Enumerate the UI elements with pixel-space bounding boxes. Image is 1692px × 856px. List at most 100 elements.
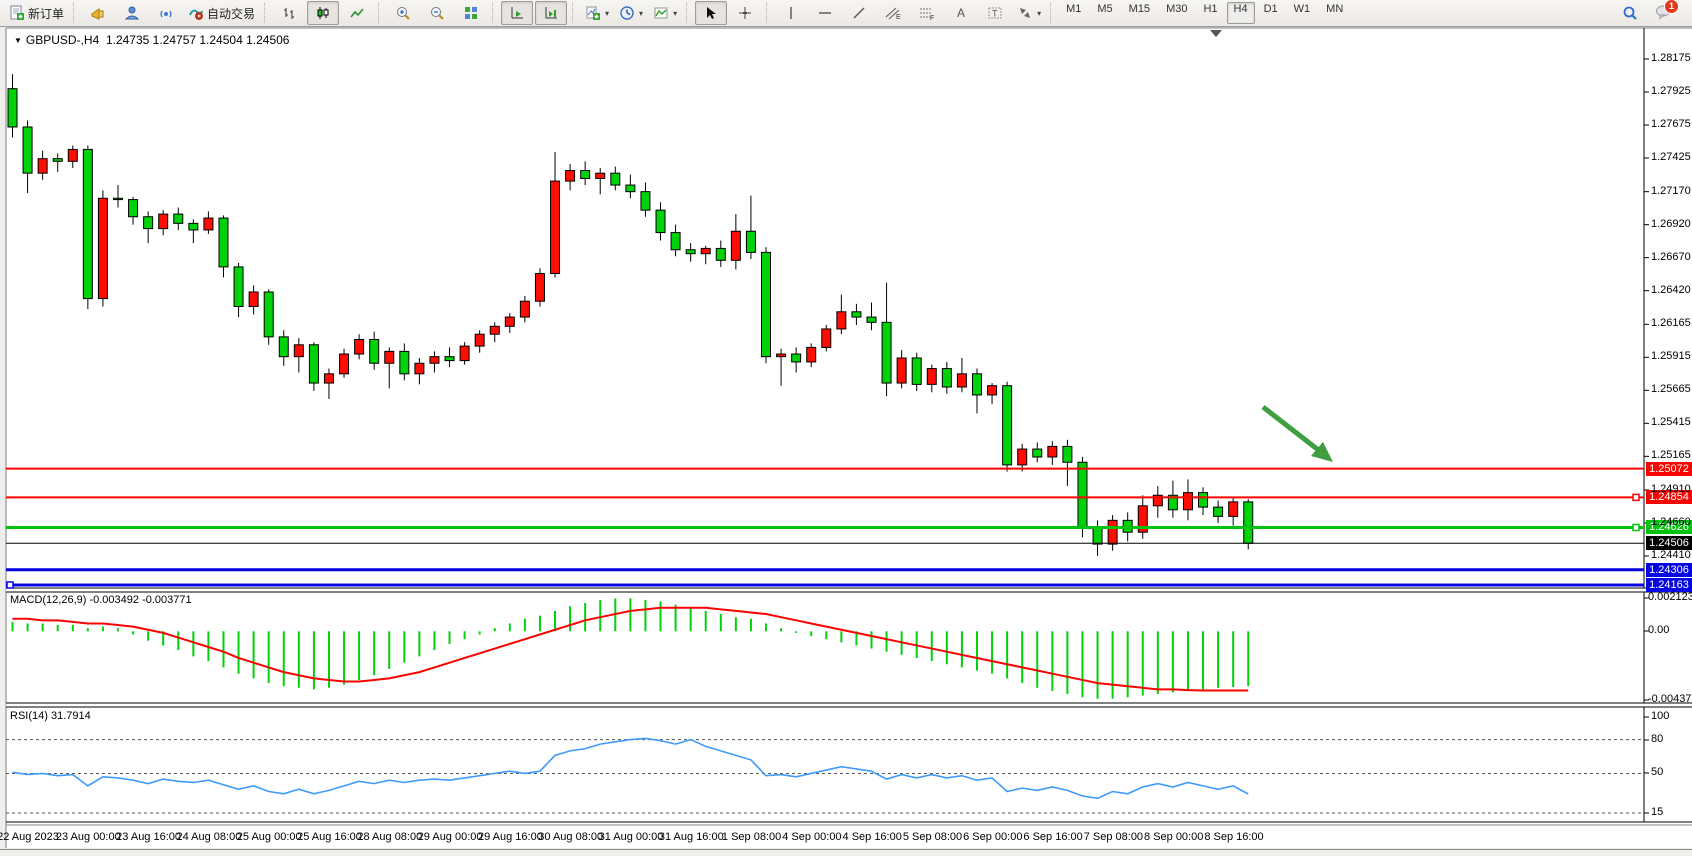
candle-body xyxy=(430,357,439,364)
candle-body xyxy=(204,218,213,230)
profile-button[interactable] xyxy=(116,1,148,25)
timeframe-button-m15[interactable]: M15 xyxy=(1122,2,1157,24)
text-icon: A xyxy=(954,5,968,21)
line-handle[interactable] xyxy=(7,582,13,588)
toolbar-separator xyxy=(686,3,690,23)
arrows-tool-button[interactable]: ▾ xyxy=(1013,1,1045,25)
candlestick-chart-button[interactable] xyxy=(307,1,339,25)
vertical-line-icon xyxy=(784,5,798,21)
periods-button[interactable]: ▾ xyxy=(615,1,647,25)
candle-body xyxy=(264,292,273,337)
panel-divider[interactable] xyxy=(6,703,1692,707)
chart-canvas[interactable] xyxy=(0,0,1692,856)
candle-body xyxy=(897,358,906,383)
timeframe-button-m30[interactable]: M30 xyxy=(1159,2,1194,24)
trend-arrow-shaft[interactable] xyxy=(1263,407,1321,452)
zoom-in-icon xyxy=(395,5,411,21)
candle-body xyxy=(641,192,650,210)
profile-icon xyxy=(124,5,140,21)
candle-body xyxy=(1199,493,1208,508)
add-indicator-icon xyxy=(585,5,601,21)
candle-body xyxy=(912,358,921,384)
search-button[interactable] xyxy=(1614,1,1646,25)
chart-title: ▼GBPUSD-,H4 1.24735 1.24757 1.24504 1.24… xyxy=(14,33,289,47)
candle-body xyxy=(566,171,575,182)
signal-icon xyxy=(158,5,174,21)
candle-body xyxy=(746,231,755,252)
text-label-tool-button[interactable]: T xyxy=(979,1,1011,25)
trendline-tool-button[interactable] xyxy=(843,1,875,25)
candle-body xyxy=(988,386,997,395)
candle-body xyxy=(279,337,288,357)
line-chart-button[interactable] xyxy=(341,1,373,25)
fibonacci-tool-button[interactable]: F xyxy=(911,1,943,25)
timeframe-button-w1[interactable]: W1 xyxy=(1287,2,1318,24)
tile-windows-button[interactable] xyxy=(455,1,487,25)
candle-body xyxy=(882,322,891,383)
candle-body xyxy=(1244,502,1253,543)
candle-body xyxy=(309,345,318,383)
candle-body xyxy=(385,351,394,363)
timeframe-button-h4[interactable]: H4 xyxy=(1227,2,1255,24)
candle-body xyxy=(1018,449,1027,465)
candle-body xyxy=(8,89,17,127)
toolbar-separator xyxy=(766,3,770,23)
auto-scroll-button[interactable] xyxy=(501,1,533,25)
add-indicator-button[interactable]: ▾ xyxy=(581,1,613,25)
candle-body xyxy=(370,340,379,364)
timeframe-group: M1M5M15M30H1H4D1W1MN xyxy=(1058,2,1351,24)
text-tool-button[interactable]: A xyxy=(945,1,977,25)
candle-body xyxy=(129,200,138,217)
auto-trading-button[interactable]: 自动交易 xyxy=(184,1,259,25)
candle-body xyxy=(792,354,801,362)
toolbar-separator xyxy=(572,3,576,23)
timeframe-button-m5[interactable]: M5 xyxy=(1090,2,1119,24)
candle-body xyxy=(219,218,228,267)
search-icon xyxy=(1622,5,1638,21)
candle-body xyxy=(1108,520,1117,544)
chart-symbol-period: GBPUSD-,H4 xyxy=(26,33,99,47)
channel-tool-button[interactable]: E xyxy=(877,1,909,25)
line-handle[interactable] xyxy=(1633,524,1639,530)
candle-body xyxy=(716,248,725,260)
notifications-button[interactable]: 1 xyxy=(1648,1,1680,25)
zoom-in-button[interactable] xyxy=(387,1,419,25)
arrows-icon xyxy=(1017,5,1033,21)
panel-divider[interactable] xyxy=(6,588,1692,592)
candle-body xyxy=(837,312,846,329)
new-order-icon xyxy=(9,5,25,21)
chevron-down-icon: ▾ xyxy=(673,9,677,18)
rsi-line xyxy=(13,738,1249,798)
vertical-line-tool-button[interactable] xyxy=(775,1,807,25)
candle-body xyxy=(1003,386,1012,465)
cursor-tool-button[interactable] xyxy=(695,1,727,25)
ohlc-marker-icon: ▼ xyxy=(14,36,22,45)
autotrading-icon xyxy=(188,5,204,21)
bar-chart-button[interactable] xyxy=(273,1,305,25)
equidistant-channel-icon: E xyxy=(884,5,902,21)
templates-button[interactable]: ▾ xyxy=(649,1,681,25)
timeframe-button-d1[interactable]: D1 xyxy=(1257,2,1285,24)
chevron-down-icon: ▾ xyxy=(1037,9,1041,18)
alerts-button[interactable] xyxy=(82,1,114,25)
horizontal-line-tool-button[interactable] xyxy=(809,1,841,25)
candle-body xyxy=(1093,528,1102,544)
candle-body xyxy=(1063,446,1072,462)
crosshair-tool-button[interactable] xyxy=(729,1,761,25)
chart-shift-marker xyxy=(1210,30,1222,37)
line-chart-icon xyxy=(349,5,365,21)
new-order-button[interactable]: 新订单 xyxy=(5,1,68,25)
candle-body xyxy=(656,210,665,232)
line-handle[interactable] xyxy=(1633,494,1639,500)
candle-body xyxy=(867,317,876,322)
timeframe-button-mn[interactable]: MN xyxy=(1319,2,1350,24)
candle-body xyxy=(551,181,560,273)
signal-button[interactable] xyxy=(150,1,182,25)
cursor-icon xyxy=(703,5,719,21)
candle-body xyxy=(475,334,484,346)
timeframe-button-m1[interactable]: M1 xyxy=(1059,2,1088,24)
candle-body xyxy=(701,248,710,253)
timeframe-button-h1[interactable]: H1 xyxy=(1196,2,1224,24)
chart-shift-button[interactable] xyxy=(535,1,567,25)
zoom-out-button[interactable] xyxy=(421,1,453,25)
